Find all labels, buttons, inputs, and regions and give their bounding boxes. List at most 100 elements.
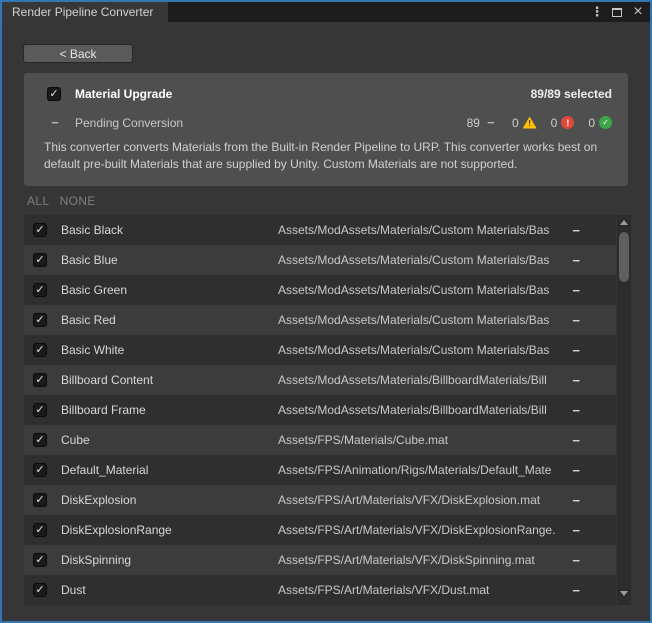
row-checkbox[interactable]: ✓ [33,433,47,447]
tab-render-pipeline-converter[interactable]: Render Pipeline Converter [2,2,168,22]
list-item[interactable]: ✓ Basic Black Assets/ModAssets/Materials… [24,215,616,245]
selection-links: ALL NONE [27,194,96,208]
row-checkbox[interactable]: ✓ [33,343,47,357]
material-name: Default_Material [61,463,148,477]
titlebar: Render Pipeline Converter ⋮ × [2,2,650,22]
maximize-icon[interactable] [611,6,623,18]
material-name: Cube [61,433,90,447]
check-icon: ✓ [35,375,44,386]
scrollbar-thumb[interactable] [619,232,629,282]
material-name: Billboard Frame [61,403,146,417]
check-icon: ✓ [35,435,44,446]
check-icon: ✓ [49,89,58,100]
row-status-dash-icon: − [572,433,580,448]
list-item[interactable]: ✓ Billboard Frame Assets/ModAssets/Mater… [24,395,616,425]
row-status-dash-icon: − [572,283,580,298]
material-name: Basic Blue [61,253,118,267]
row-checkbox[interactable]: ✓ [33,403,47,417]
row-checkbox[interactable]: ✓ [33,223,47,237]
material-path: Assets/FPS/Animation/Rigs/Materials/Defa… [278,463,568,477]
scroll-down-icon[interactable] [620,591,628,596]
material-name: Basic White [61,343,124,357]
error-icon: ! [561,116,574,129]
selected-count: 89/89 selected [531,87,612,101]
render-pipeline-converter-window: Render Pipeline Converter ⋮ × < Back ✓ M… [0,0,652,623]
list-item[interactable]: ✓ Default_Material Assets/FPS/Animation/… [24,455,616,485]
row-checkbox[interactable]: ✓ [33,523,47,537]
material-path: Assets/ModAssets/Materials/Custom Materi… [278,313,568,327]
list-item[interactable]: ✓ DiskSpinning Assets/FPS/Art/Materials/… [24,545,616,575]
list-item[interactable]: ✓ DiskExplosion Assets/FPS/Art/Materials… [24,485,616,515]
list-item[interactable]: ✓ Cube Assets/FPS/Materials/Cube.mat − [24,425,616,455]
material-path: Assets/FPS/Art/Materials/VFX/DiskSpinnin… [278,553,568,567]
list-item[interactable]: ✓ DiskExplosionRange Assets/FPS/Art/Mate… [24,515,616,545]
check-icon: ✓ [35,585,44,596]
row-status-dash-icon: − [572,313,580,328]
converter-checkbox[interactable]: ✓ [47,87,61,101]
list-item[interactable]: ✓ Basic Blue Assets/ModAssets/Materials/… [24,245,616,275]
check-icon: ✓ [35,225,44,236]
error-count: 0 [551,116,558,130]
row-status-dash-icon: − [572,223,580,238]
material-path: Assets/FPS/Art/Materials/VFX/DiskExplosi… [278,523,568,537]
maximize-glyph [612,8,622,17]
scrollbar[interactable] [617,215,631,605]
check-icon: ✓ [35,555,44,566]
material-name: Basic Green [61,283,127,297]
row-checkbox[interactable]: ✓ [33,373,47,387]
row-status-dash-icon: − [572,253,580,268]
row-status-dash-icon: − [572,403,580,418]
check-icon: ✓ [35,525,44,536]
converter-description: This converter converts Materials from t… [44,139,616,173]
material-path: Assets/ModAssets/Materials/Custom Materi… [278,343,568,357]
warning-exclaim-glyph: ! [528,119,531,129]
list-item[interactable]: ✓ Basic Green Assets/ModAssets/Materials… [24,275,616,305]
row-checkbox[interactable]: ✓ [33,313,47,327]
row-checkbox[interactable]: ✓ [33,583,47,597]
success-check-glyph: ✓ [602,118,609,127]
warning-icon: ! [523,117,537,129]
check-icon: ✓ [35,495,44,506]
material-path: Assets/ModAssets/Materials/BillboardMate… [278,403,568,417]
list-item[interactable]: ✓ Basic White Assets/ModAssets/Materials… [24,335,616,365]
material-name: Billboard Content [61,373,153,387]
scroll-up-icon[interactable] [620,220,628,225]
list-item[interactable]: ✓ Dust Assets/FPS/Art/Materials/VFX/Dust… [24,575,616,605]
check-icon: ✓ [35,405,44,416]
tab-label: Render Pipeline Converter [12,5,153,19]
material-name: Dust [61,583,86,597]
material-name: Basic Red [61,313,116,327]
titlebar-icons: ⋮ × [592,2,644,22]
select-none-link[interactable]: NONE [60,194,96,208]
row-checkbox[interactable]: ✓ [33,493,47,507]
back-button[interactable]: < Back [23,44,133,63]
converter-header-card: ✓ Material Upgrade 89/89 selected − Pend… [24,73,628,186]
check-icon: ✓ [35,315,44,326]
materials-list: ✓ Basic Black Assets/ModAssets/Materials… [24,215,616,605]
material-path: Assets/ModAssets/Materials/BillboardMate… [278,373,568,387]
row-status-dash-icon: − [572,553,580,568]
row-status-dash-icon: − [572,493,580,508]
material-path: Assets/FPS/Art/Materials/VFX/DiskExplosi… [278,493,568,507]
menu-icon[interactable]: ⋮ [592,4,602,20]
material-path: Assets/ModAssets/Materials/Custom Materi… [278,223,568,237]
status-counts: 89 − 0 ! 0 ! 0 ✓ [467,115,612,130]
row-checkbox[interactable]: ✓ [33,553,47,567]
pending-count-dash-icon: − [484,115,498,130]
material-name: DiskSpinning [61,553,131,567]
check-icon: ✓ [35,255,44,266]
row-checkbox[interactable]: ✓ [33,283,47,297]
material-name: Basic Black [61,223,123,237]
pending-dash-icon: − [48,115,62,130]
list-item[interactable]: ✓ Billboard Content Assets/ModAssets/Mat… [24,365,616,395]
material-path: Assets/FPS/Materials/Cube.mat [278,433,568,447]
material-name: DiskExplosion [61,493,136,507]
row-checkbox[interactable]: ✓ [33,463,47,477]
select-all-link[interactable]: ALL [27,194,50,208]
row-checkbox[interactable]: ✓ [33,253,47,267]
converter-title-row: ✓ Material Upgrade 89/89 selected [24,87,628,101]
material-path: Assets/ModAssets/Materials/Custom Materi… [278,253,568,267]
list-item[interactable]: ✓ Basic Red Assets/ModAssets/Materials/C… [24,305,616,335]
close-icon[interactable]: × [632,6,644,18]
converter-title: Material Upgrade [75,87,172,101]
